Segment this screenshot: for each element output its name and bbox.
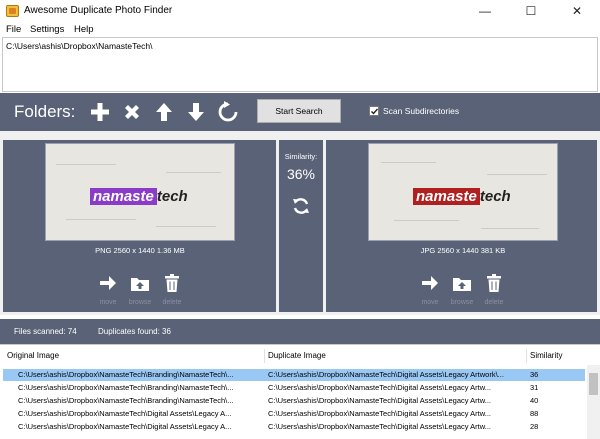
scan-subdirectories-checkbox[interactable]	[369, 106, 379, 116]
app-icon	[6, 5, 19, 17]
refresh-icon[interactable]	[291, 196, 311, 216]
delete-icon[interactable]	[162, 273, 182, 293]
table-row[interactable]: C:\Users\ashis\Dropbox\NamasteTech\Digit…	[3, 408, 585, 420]
similarity-label: Similarity:	[284, 152, 318, 161]
move-icon[interactable]	[98, 273, 118, 293]
menu-settings[interactable]: Settings	[30, 24, 64, 35]
duplicate-path-cell: C:\Users\ashis\Dropbox\NamasteTech\Digit…	[268, 409, 492, 418]
move-icon[interactable]	[420, 273, 440, 293]
original-image-panel: namaste tech PNG 2560 x 1440 1.36 MB move…	[3, 140, 276, 312]
delete-label: delete	[162, 299, 182, 306]
original-path-cell: C:\Users\ashis\Dropbox\NamasteTech\Brand…	[18, 383, 234, 392]
original-path-cell: C:\Users\ashis\Dropbox\NamasteTech\Brand…	[18, 370, 234, 379]
scrollbar-thumb[interactable]	[589, 373, 598, 395]
browse-label: browse	[450, 299, 474, 306]
up-arrow-icon[interactable]	[152, 100, 176, 124]
similarity-cell: 36	[530, 370, 539, 379]
move-label: move	[99, 299, 117, 306]
similarity-cell: 40	[530, 396, 539, 405]
column-header-original[interactable]: Original Image	[7, 351, 59, 360]
delete-icon[interactable]	[484, 273, 504, 293]
similarity-cell: 28	[530, 422, 539, 431]
column-header-duplicate[interactable]: Duplicate Image	[268, 351, 326, 360]
status-bar: Files scanned: 74 Duplicates found: 36	[0, 319, 600, 344]
original-path-cell: C:\Users\ashis\Dropbox\NamasteTech\Brand…	[18, 396, 234, 405]
duplicate-image-preview[interactable]: namaste tech	[368, 143, 558, 241]
menu-bar: File Settings Help	[0, 22, 600, 37]
scan-subdirectories-label[interactable]: Scan Subdirectories	[383, 106, 459, 116]
original-path-cell: C:\Users\ashis\Dropbox\NamasteTech\Digit…	[18, 409, 232, 418]
delete-label: delete	[484, 299, 504, 306]
reset-icon[interactable]	[216, 100, 240, 124]
minimize-button[interactable]: —	[462, 0, 508, 22]
plus-icon[interactable]	[88, 100, 112, 124]
move-label: move	[421, 299, 439, 306]
duplicates-found-text: Duplicates found: 36	[98, 327, 171, 336]
namastetech-logo: namaste tech	[413, 188, 511, 205]
duplicate-path-cell: C:\Users\ashis\Dropbox\NamasteTech\Digit…	[268, 383, 492, 392]
duplicate-path-cell: C:\Users\ashis\Dropbox\NamasteTech\Digit…	[268, 422, 492, 431]
similarity-panel: Similarity: 36%	[279, 140, 323, 312]
down-arrow-icon[interactable]	[184, 100, 208, 124]
duplicate-path-cell: C:\Users\ashis\Dropbox\NamasteTech\Digit…	[268, 396, 492, 405]
original-path-cell: C:\Users\ashis\Dropbox\NamasteTech\Digit…	[18, 422, 232, 431]
menu-file[interactable]: File	[6, 24, 21, 35]
similarity-cell: 88	[530, 409, 539, 418]
original-image-preview[interactable]: namaste tech	[45, 143, 235, 241]
original-image-info: PNG 2560 x 1440 1.36 MB	[95, 246, 185, 255]
browse-folder-icon[interactable]	[452, 273, 472, 293]
table-row[interactable]: C:\Users\ashis\Dropbox\NamasteTech\Brand…	[3, 395, 585, 407]
close-button[interactable]: ✕	[554, 0, 600, 22]
window-title: Awesome Duplicate Photo Finder	[24, 5, 173, 16]
duplicate-image-info: JPG 2560 x 1440 381 KB	[420, 246, 506, 255]
folder-list[interactable]: C:\Users\ashis\Dropbox\NamasteTech\	[2, 37, 598, 92]
folder-path-item[interactable]: C:\Users\ashis\Dropbox\NamasteTech\	[6, 41, 594, 51]
checkmark-icon	[371, 108, 379, 115]
browse-label: browse	[128, 299, 152, 306]
table-row[interactable]: C:\Users\ashis\Dropbox\NamasteTech\Brand…	[3, 382, 585, 394]
table-row[interactable]: C:\Users\ashis\Dropbox\NamasteTech\Digit…	[3, 421, 585, 433]
namastetech-logo: namaste tech	[90, 188, 188, 205]
results-table: Original Image Duplicate Image Similarit…	[0, 344, 600, 439]
menu-help[interactable]: Help	[74, 24, 94, 35]
files-scanned-text: Files scanned: 74	[14, 327, 77, 336]
remove-icon[interactable]	[120, 100, 144, 124]
browse-folder-icon[interactable]	[130, 273, 150, 293]
folders-label: Folders:	[14, 102, 76, 121]
folders-toolbar: Folders: Start Search Scan Subdirectorie…	[0, 93, 600, 131]
table-row[interactable]: C:\Users\ashis\Dropbox\NamasteTech\Brand…	[3, 369, 585, 381]
column-header-similarity[interactable]: Similarity	[530, 351, 562, 360]
title-bar: Awesome Duplicate Photo Finder — ☐ ✕	[0, 0, 600, 22]
similarity-value: 36%	[286, 166, 316, 182]
duplicate-path-cell: C:\Users\ashis\Dropbox\NamasteTech\Digit…	[268, 370, 504, 379]
duplicate-image-panel: namaste tech JPG 2560 x 1440 381 KB move …	[326, 140, 597, 312]
start-search-button[interactable]: Start Search	[257, 99, 341, 123]
similarity-cell: 31	[530, 383, 539, 392]
comparison-area: namaste tech PNG 2560 x 1440 1.36 MB move…	[0, 131, 600, 315]
maximize-button[interactable]: ☐	[508, 0, 554, 22]
table-scrollbar[interactable]	[587, 365, 600, 439]
